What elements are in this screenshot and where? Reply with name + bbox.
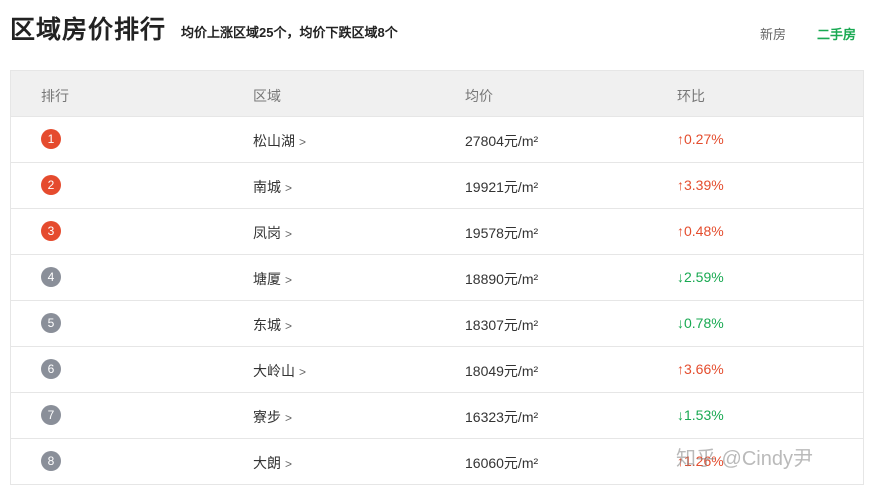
month-over-month-change: ↓1.53% bbox=[677, 407, 724, 423]
rank-badge: 7 bbox=[41, 405, 61, 425]
chevron-right-icon: > bbox=[285, 181, 293, 195]
month-over-month-change: ↑1.26% bbox=[677, 453, 724, 469]
district-name: 大朗 bbox=[253, 455, 281, 471]
chevron-right-icon: > bbox=[285, 411, 293, 425]
page-header: 区域房价排行 均价上涨区域25个，均价下跌区域8个 新房 二手房 bbox=[0, 0, 875, 56]
table-row: 7 寮步 > 16323元/m² ↓1.53% bbox=[11, 393, 863, 439]
average-price: 18890元/m² bbox=[465, 271, 539, 287]
table-header: 排行 区域 均价 环比 bbox=[11, 71, 863, 117]
district-name: 塘厦 bbox=[253, 271, 281, 287]
rank-badge: 4 bbox=[41, 267, 61, 287]
table-row: 5 东城 > 18307元/m² ↓0.78% bbox=[11, 301, 863, 347]
chevron-right-icon: > bbox=[285, 319, 293, 333]
district-link[interactable]: 松山湖 > bbox=[253, 131, 306, 151]
district-name: 南城 bbox=[253, 179, 281, 195]
average-price: 18307元/m² bbox=[465, 317, 539, 333]
table-row: 1 松山湖 > 27804元/m² ↑0.27% bbox=[11, 117, 863, 163]
table-row: 3 凤岗 > 19578元/m² ↑0.48% bbox=[11, 209, 863, 255]
chevron-right-icon: > bbox=[285, 273, 293, 287]
month-over-month-change: ↑0.48% bbox=[677, 223, 724, 239]
rank-badge: 3 bbox=[41, 221, 61, 241]
table-row: 2 南城 > 19921元/m² ↑3.39% bbox=[11, 163, 863, 209]
column-header-change: 环比 bbox=[677, 88, 705, 104]
district-link[interactable]: 凤岗 > bbox=[253, 223, 292, 243]
price-summary: 均价上涨区域25个，均价下跌区域8个 bbox=[181, 25, 398, 40]
chevron-right-icon: > bbox=[285, 227, 293, 241]
rank-badge: 5 bbox=[41, 313, 61, 333]
tab-new-house[interactable]: 新房 bbox=[760, 24, 786, 43]
district-name: 凤岗 bbox=[253, 225, 281, 241]
district-link[interactable]: 塘厦 > bbox=[253, 269, 292, 289]
column-header-district: 区域 bbox=[253, 88, 281, 104]
average-price: 27804元/m² bbox=[465, 133, 539, 149]
table-row: 8 大朗 > 16060元/m² ↑1.26% bbox=[11, 439, 863, 485]
tab-second-hand-house[interactable]: 二手房 bbox=[817, 24, 856, 43]
month-over-month-change: ↓2.59% bbox=[677, 269, 724, 285]
average-price: 18049元/m² bbox=[465, 363, 539, 379]
chevron-right-icon: > bbox=[299, 365, 307, 379]
district-link[interactable]: 东城 > bbox=[253, 315, 292, 335]
average-price: 16060元/m² bbox=[465, 455, 539, 471]
rank-badge: 8 bbox=[41, 451, 61, 471]
district-link[interactable]: 寮步 > bbox=[253, 407, 292, 427]
district-link[interactable]: 大朗 > bbox=[253, 453, 292, 473]
rank-badge: 2 bbox=[41, 175, 61, 195]
district-link[interactable]: 大岭山 > bbox=[253, 361, 306, 381]
average-price: 19578元/m² bbox=[465, 225, 539, 241]
average-price: 16323元/m² bbox=[465, 409, 539, 425]
chevron-right-icon: > bbox=[299, 135, 307, 149]
page-title: 区域房价排行 bbox=[10, 16, 167, 44]
month-over-month-change: ↓0.78% bbox=[677, 315, 724, 331]
month-over-month-change: ↑3.66% bbox=[677, 361, 724, 377]
column-header-rank: 排行 bbox=[41, 88, 69, 104]
chevron-right-icon: > bbox=[285, 457, 293, 471]
average-price: 19921元/m² bbox=[465, 179, 539, 195]
district-name: 寮步 bbox=[253, 409, 281, 425]
table-row: 4 塘厦 > 18890元/m² ↓2.59% bbox=[11, 255, 863, 301]
month-over-month-change: ↑3.39% bbox=[677, 177, 724, 193]
rank-badge: 6 bbox=[41, 359, 61, 379]
rank-badge: 1 bbox=[41, 129, 61, 149]
column-header-price: 均价 bbox=[465, 88, 493, 104]
district-name: 大岭山 bbox=[253, 363, 295, 379]
ranking-table: 排行 区域 均价 环比 1 松山湖 > 27804元/m² ↑0.27% 2 南城… bbox=[10, 70, 864, 485]
district-name: 松山湖 bbox=[253, 133, 295, 149]
table-row: 6 大岭山 > 18049元/m² ↑3.66% bbox=[11, 347, 863, 393]
month-over-month-change: ↑0.27% bbox=[677, 131, 724, 147]
district-name: 东城 bbox=[253, 317, 281, 333]
district-link[interactable]: 南城 > bbox=[253, 177, 292, 197]
